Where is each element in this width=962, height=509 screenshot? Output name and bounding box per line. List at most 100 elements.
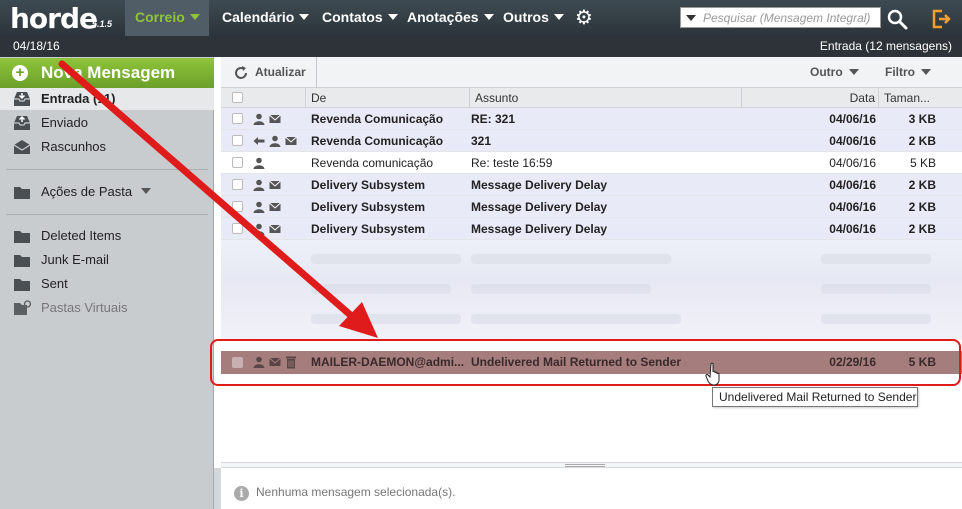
redacted-strip	[311, 254, 461, 264]
row-date: 04/06/16	[829, 222, 876, 236]
row-checkbox[interactable]	[232, 179, 243, 190]
sidebar-item-label: Enviado	[41, 115, 88, 130]
refresh-icon	[235, 66, 247, 79]
nav-notes-label: Anotações	[407, 9, 479, 25]
refresh-button[interactable]: Atualizar	[221, 57, 317, 88]
row-from: Delivery Subsystem	[311, 178, 426, 192]
sidebar-scrollbar[interactable]	[214, 468, 221, 509]
splitter-grip[interactable]	[565, 464, 605, 467]
row-from: Revenda comunicação	[311, 156, 434, 170]
nav-mail-menu[interactable]: Correio	[125, 0, 209, 36]
sidebar-item-sent[interactable]: Enviado	[0, 112, 214, 134]
envelope-icon	[269, 180, 281, 189]
redacted-strip	[821, 254, 931, 264]
chevron-down-icon	[483, 14, 494, 20]
nav-contacts-label: Contatos	[322, 9, 383, 25]
sidebar-item-junk-email[interactable]: Junk E-mail	[0, 249, 214, 271]
column-header-size[interactable]: Taman...	[878, 88, 962, 108]
drafts-icon	[13, 140, 31, 154]
row-size: 2 KB	[908, 134, 936, 148]
app-version: 5.1.5	[92, 19, 113, 29]
plus-icon: +	[12, 65, 28, 81]
search-options-chevron-icon[interactable]	[686, 15, 696, 21]
top-navigation-bar: horde 5.1.5 Correio Calendário Contatos …	[0, 0, 962, 36]
message-row[interactable]: Delivery Subsystem Message Delivery Dela…	[221, 174, 962, 196]
message-row[interactable]: Revenda comunicação Re: teste 16:59 04/0…	[221, 152, 962, 174]
sidebar-item-label: Sent	[41, 276, 68, 291]
chevron-down-icon	[387, 14, 398, 20]
row-size: 2 KB	[908, 178, 936, 192]
message-row[interactable]: Revenda Comunicação 321 04/06/16 2 KB	[221, 130, 962, 152]
envelope-icon	[285, 136, 297, 145]
search-input[interactable]	[703, 10, 879, 26]
folder-actions-menu[interactable]: Ações de Pasta	[0, 181, 214, 203]
row-size: 3 KB	[908, 112, 936, 126]
sidebar-item-sent-folder[interactable]: Sent	[0, 273, 214, 295]
current-date: 04/18/16	[13, 39, 60, 53]
sidebar-divider	[6, 169, 208, 170]
row-checkbox[interactable]	[232, 135, 243, 146]
message-row[interactable]: Delivery Subsystem Message Delivery Dela…	[221, 218, 962, 240]
redacted-strip	[471, 254, 671, 264]
redacted-message-rows	[221, 240, 962, 340]
message-row[interactable]: Revenda Comunicação RE: 321 04/06/16 3 K…	[221, 108, 962, 130]
row-checkbox[interactable]	[232, 223, 243, 234]
envelope-icon	[269, 224, 281, 233]
row-subject: Message Delivery Delay	[471, 178, 608, 192]
sidebar-item-drafts[interactable]: Rascunhos	[0, 136, 214, 158]
search-icon[interactable]	[886, 8, 908, 30]
chevron-down-icon	[299, 14, 310, 20]
sidebar-item-deleted-items[interactable]: Deleted Items	[0, 225, 214, 247]
column-header-date[interactable]: Data	[741, 88, 878, 108]
envelope-icon	[269, 202, 281, 211]
nav-notes-menu[interactable]: Anotações	[407, 0, 494, 36]
search-box	[680, 7, 881, 28]
nav-others-label: Outros	[503, 9, 549, 25]
refresh-label: Atualizar	[255, 65, 306, 79]
filter-menu[interactable]: Filtro	[885, 57, 931, 88]
row-date: 04/06/16	[829, 112, 876, 126]
sent-icon	[14, 115, 30, 130]
redacted-strip	[311, 314, 461, 324]
nav-contacts-menu[interactable]: Contatos	[322, 0, 398, 36]
logout-icon[interactable]	[930, 8, 952, 30]
nav-calendar-menu[interactable]: Calendário	[222, 0, 310, 36]
horde-logo[interactable]: horde	[10, 2, 98, 35]
redacted-strip	[821, 284, 931, 294]
message-list-header: De Assunto Data Taman...	[221, 88, 962, 108]
mailbox-status: Entrada (12 mensagens)	[819, 39, 952, 53]
row-date: 04/06/16	[829, 200, 876, 214]
other-label: Outro	[810, 65, 843, 79]
sidebar-item-virtual-folders[interactable]: Pastas Virtuais	[0, 297, 214, 319]
redacted-strip	[821, 314, 931, 324]
row-subject: Message Delivery Delay	[471, 200, 608, 214]
row-from: Revenda Comunicação	[311, 134, 444, 148]
folder-icon	[14, 187, 30, 199]
folder-icon	[14, 255, 30, 267]
person-icon	[253, 201, 265, 213]
message-toolbar: Atualizar Outro Filtro	[221, 57, 962, 88]
row-size: 2 KB	[908, 222, 936, 236]
column-header-from[interactable]: De	[305, 88, 469, 108]
redacted-strip	[471, 314, 681, 324]
row-subject: Message Delivery Delay	[471, 222, 608, 236]
sidebar-item-inbox[interactable]: Entrada (11)	[0, 88, 214, 110]
row-subject: Re: teste 16:59	[471, 156, 553, 170]
other-actions-menu[interactable]: Outro	[810, 57, 859, 88]
select-all-checkbox[interactable]	[232, 92, 243, 103]
column-header-subject[interactable]: Assunto	[469, 88, 741, 108]
row-subject: RE: 321	[471, 112, 516, 126]
chevron-down-icon	[921, 69, 931, 75]
nav-others-menu[interactable]: Outros	[503, 0, 564, 36]
sidebar-item-label: Deleted Items	[41, 228, 122, 243]
chevron-down-icon	[189, 14, 200, 20]
message-row[interactable]: Delivery Subsystem Message Delivery Dela…	[221, 196, 962, 218]
chevron-down-icon	[140, 188, 151, 194]
gear-icon[interactable]: ⚙	[575, 8, 595, 28]
row-date: 04/06/16	[829, 134, 876, 148]
row-checkbox[interactable]	[232, 157, 243, 168]
row-checkbox[interactable]	[232, 201, 243, 212]
row-checkbox[interactable]	[232, 113, 243, 124]
row-subject: 321	[471, 134, 492, 148]
new-message-button[interactable]: + Nova Mensagem	[0, 58, 214, 88]
